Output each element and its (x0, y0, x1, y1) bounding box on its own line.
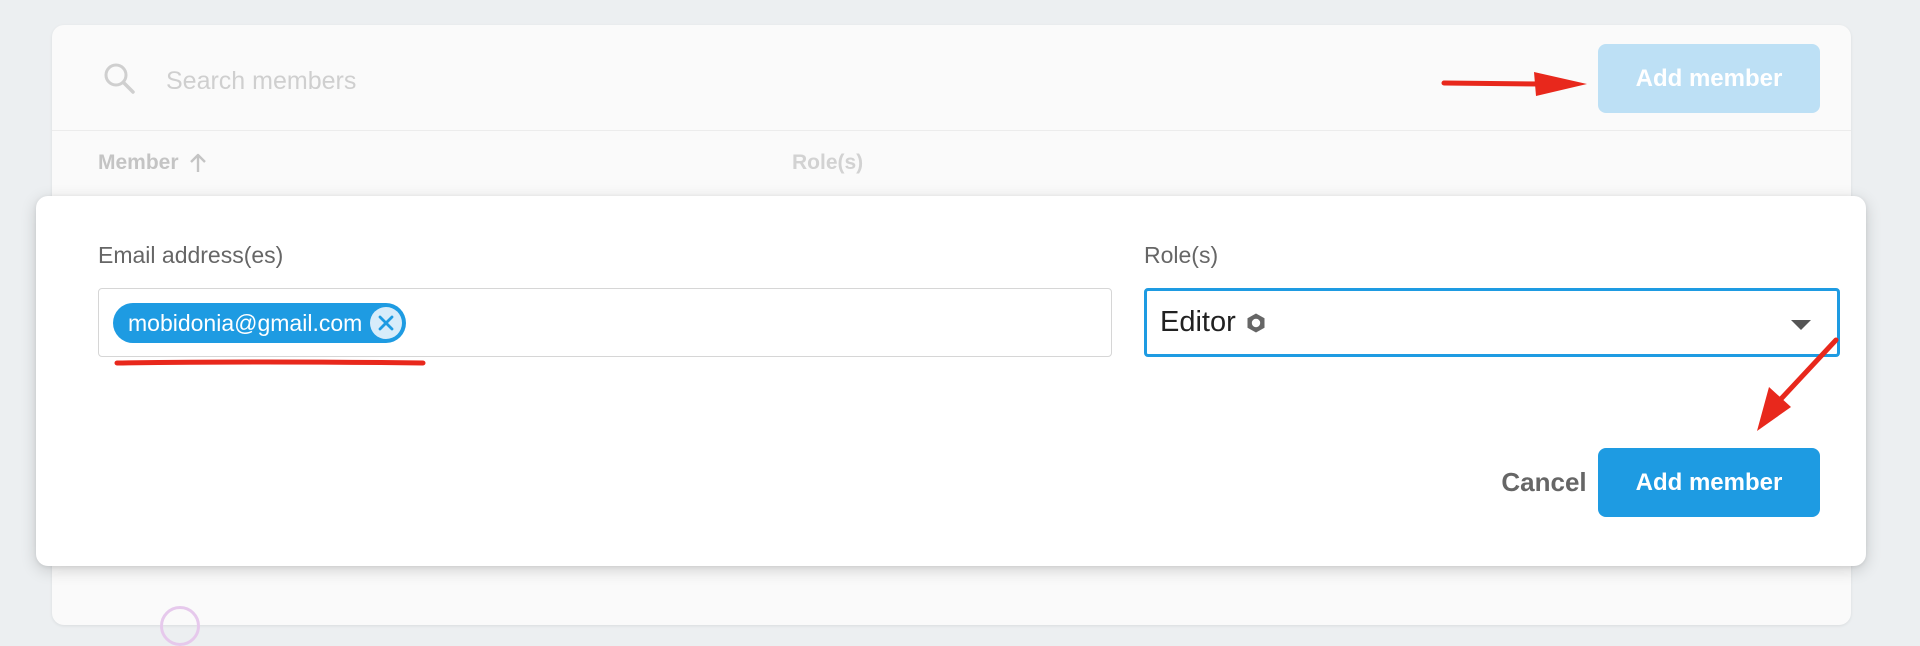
add-member-button-disabled[interactable]: Add member (1598, 44, 1820, 113)
email-chip-text: mobidonia@gmail.com (128, 309, 363, 336)
role-select[interactable]: Editor (1144, 288, 1840, 357)
add-member-button[interactable]: Add member (1598, 448, 1820, 517)
roles-field-label: Role(s) (1144, 242, 1219, 268)
email-field[interactable]: mobidonia@gmail.com (98, 288, 1112, 357)
caret-down-icon[interactable] (1791, 320, 1811, 330)
avatar (160, 606, 200, 646)
column-header-member-label: Member (98, 151, 179, 174)
close-circle-icon[interactable] (370, 307, 403, 339)
add-member-dialog: Email address(es) mobidonia@gmail.com Ro… (36, 196, 1866, 566)
column-header-roles: Role(s) (792, 151, 864, 174)
search-input[interactable] (166, 61, 1266, 101)
email-chip: mobidonia@gmail.com (113, 303, 407, 343)
column-header-member[interactable]: Member (98, 151, 209, 175)
search-bar: Add member (52, 25, 1851, 131)
email-field-label: Email address(es) (98, 242, 284, 268)
arrow-up-icon (189, 153, 206, 172)
settings-badge-icon (1247, 313, 1265, 332)
role-select-value: Editor (1160, 306, 1236, 338)
search-icon (104, 63, 135, 94)
